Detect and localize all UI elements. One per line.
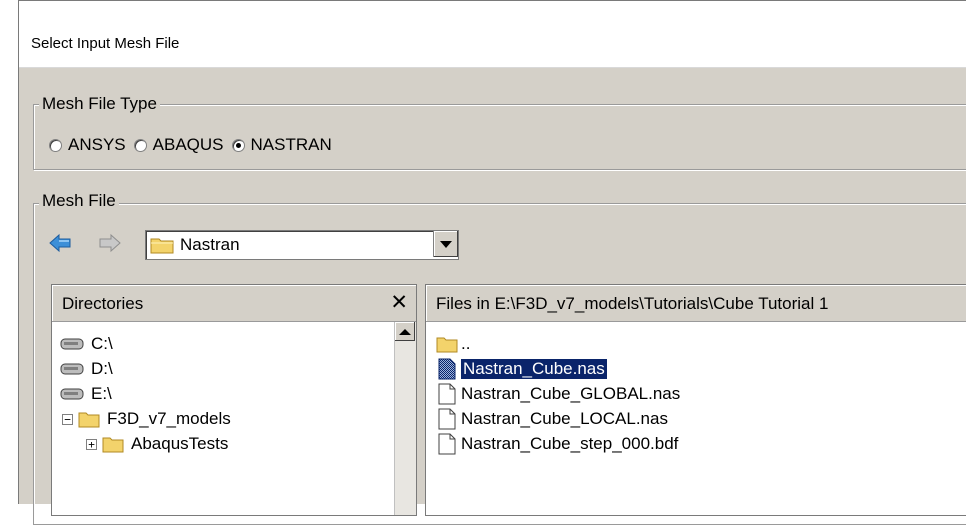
folder-combo-value: Nastran (180, 235, 240, 254)
file-icon (438, 433, 456, 455)
radio-abaqus-label: ABAQUS (152, 135, 224, 154)
dir-item-c[interactable]: C:\ (60, 332, 113, 356)
radio-ansys-label: ANSYS (68, 135, 126, 154)
mesh-type-radio-group: ANSYS ABAQUS NASTRAN (49, 134, 340, 156)
file-icon (438, 383, 456, 405)
folder-combo[interactable]: Nastran (145, 230, 459, 260)
folder-icon (78, 412, 100, 428)
mesh-file-type-legend: Mesh File Type (39, 94, 160, 114)
scroll-up-button[interactable] (395, 322, 415, 341)
directories-scrollbar[interactable] (394, 322, 416, 515)
directories-header: Directories ✕ (52, 285, 416, 322)
directories-panel: Directories ✕ C:\ D:\ E:\ − F3D_v7_model… (51, 284, 417, 516)
radio-nastran-indicator[interactable] (231, 138, 245, 152)
mesh-file-legend: Mesh File (39, 191, 119, 211)
folder-icon (436, 337, 458, 353)
file-item-parent[interactable]: .. (436, 332, 470, 356)
chevron-up-icon (399, 328, 411, 335)
radio-abaqus-indicator[interactable] (133, 138, 147, 152)
folder-icon (150, 238, 174, 254)
window-title: Select Input Mesh File (31, 35, 180, 52)
radio-abaqus[interactable]: ABAQUS (133, 135, 224, 155)
file-item-nastran-cube-local[interactable]: Nastran_Cube_LOCAL.nas (438, 407, 668, 431)
drive-icon (60, 338, 84, 350)
dir-item-label: D:\ (91, 359, 113, 378)
radio-nastran-label: NASTRAN (250, 135, 332, 154)
file-item-label: Nastran_Cube_LOCAL.nas (461, 409, 668, 428)
folder-combo-dropdown-button[interactable] (433, 231, 458, 257)
files-header-label: Files in E:\F3D_v7_models\Tutorials\Cube… (436, 294, 829, 313)
file-selected-icon (438, 358, 456, 380)
forward-arrow-icon[interactable] (99, 233, 121, 253)
file-item-nastran-cube[interactable]: Nastran_Cube.nas (438, 357, 608, 381)
select-mesh-dialog: Select Input Mesh File Mesh File Type AN… (18, 0, 966, 525)
back-arrow-icon[interactable] (49, 233, 71, 253)
chevron-down-icon (440, 240, 452, 248)
directories-header-label: Directories (62, 294, 144, 313)
file-item-label: .. (461, 334, 471, 353)
title-bar: Select Input Mesh File (19, 1, 966, 68)
file-item-label: Nastran_Cube_step_000.bdf (461, 434, 679, 453)
dir-item-e[interactable]: E:\ (60, 382, 112, 406)
collapse-icon[interactable]: − (62, 413, 73, 425)
file-item-nastran-cube-global[interactable]: Nastran_Cube_GLOBAL.nas (438, 382, 680, 406)
dir-item-label: C:\ (91, 334, 113, 353)
drive-icon (60, 388, 84, 400)
dir-item-abaqustests[interactable]: + AbaqusTests (86, 432, 228, 456)
dir-item-label: E:\ (91, 384, 112, 403)
radio-nastran[interactable]: NASTRAN (231, 135, 332, 155)
radio-ansys-indicator[interactable] (49, 138, 62, 152)
dir-item-label: F3D_v7_models (107, 409, 231, 428)
close-icon[interactable]: ✕ (390, 290, 408, 315)
dir-item-d[interactable]: D:\ (60, 357, 113, 381)
file-item-nastran-cube-step-000[interactable]: Nastran_Cube_step_000.bdf (438, 432, 678, 456)
drive-icon (60, 363, 84, 375)
dir-item-label: AbaqusTests (131, 434, 229, 453)
files-header: Files in E:\F3D_v7_models\Tutorials\Cube… (426, 285, 966, 322)
folder-icon (102, 437, 124, 453)
radio-ansys[interactable]: ANSYS (49, 135, 126, 155)
files-panel: Files in E:\F3D_v7_models\Tutorials\Cube… (425, 284, 966, 516)
expand-icon[interactable]: + (86, 438, 97, 450)
file-icon (438, 408, 456, 430)
file-item-label: Nastran_Cube.nas (460, 358, 608, 380)
dir-item-f3d-v7-models[interactable]: − F3D_v7_models (62, 407, 231, 431)
file-item-label: Nastran_Cube_GLOBAL.nas (461, 384, 681, 403)
